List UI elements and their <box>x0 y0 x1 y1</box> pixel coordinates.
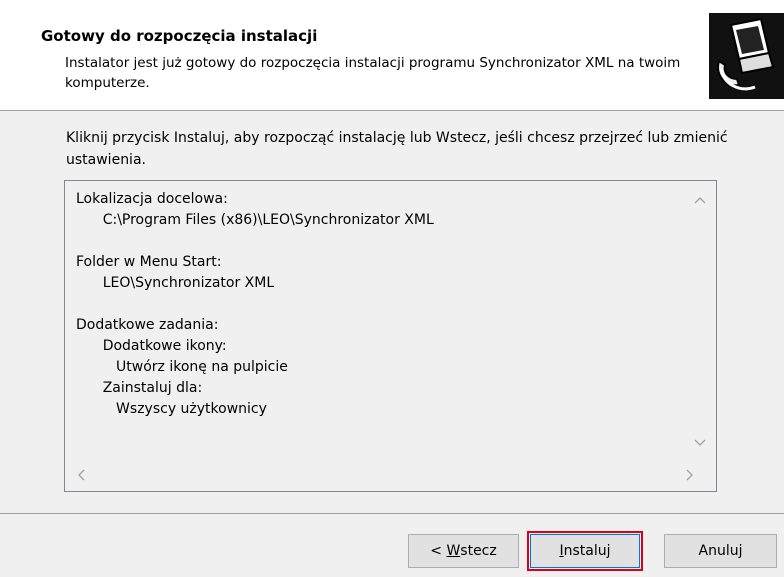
wizard-header: Gotowy do rozpoczęcia instalacji Instala… <box>0 0 784 110</box>
header-divider <box>0 110 784 111</box>
chevron-left-icon[interactable] <box>77 469 85 484</box>
install-button[interactable]: Instaluj <box>527 531 643 571</box>
chevron-down-icon[interactable] <box>694 436 706 450</box>
summary-line: Dodatkowe zadania: <box>76 317 219 333</box>
chevron-right-icon[interactable] <box>686 469 694 484</box>
summary-text: Lokalizacja docelowa: C:\Program Files (… <box>76 189 682 420</box>
page-description: Instalator jest już gotowy do rozpoczęci… <box>65 55 681 91</box>
summary-line: Utwórz ikonę na pulpicie <box>76 359 288 375</box>
summary-line: Lokalizacja docelowa: <box>76 191 228 207</box>
instruction-text: Kliknij przycisk Instaluj, aby rozpocząć… <box>66 130 728 168</box>
page-title: Gotowy do rozpoczęcia instalacji <box>41 27 318 45</box>
summary-memo[interactable]: Lokalizacja docelowa: C:\Program Files (… <box>64 180 717 492</box>
summary-line: Dodatkowe ikony: <box>76 338 227 354</box>
horizontal-scrollbar[interactable] <box>65 458 716 491</box>
back-button[interactable]: < Wstecz <box>408 534 519 568</box>
installer-logo-icon <box>709 13 784 99</box>
back-button-label: stecz <box>460 543 497 559</box>
footer-divider <box>0 513 784 514</box>
summary-line <box>76 231 682 252</box>
summary-line: Wszyscy użytkownicy <box>76 401 267 417</box>
summary-line: C:\Program Files (x86)\LEO\Synchronizato… <box>76 212 434 228</box>
summary-line: Folder w Menu Start: <box>76 254 222 270</box>
summary-line: Zainstaluj dla: <box>76 380 203 396</box>
back-button-prefix: < <box>430 543 447 559</box>
back-button-accel: W <box>446 543 461 559</box>
summary-line: LEO\Synchronizator XML <box>76 275 275 291</box>
chevron-up-icon[interactable] <box>694 193 706 207</box>
cancel-button[interactable]: Anuluj <box>664 534 777 568</box>
vertical-scrollbar[interactable] <box>684 181 716 458</box>
summary-line <box>76 294 682 315</box>
install-button-label: nstaluj <box>563 543 611 559</box>
